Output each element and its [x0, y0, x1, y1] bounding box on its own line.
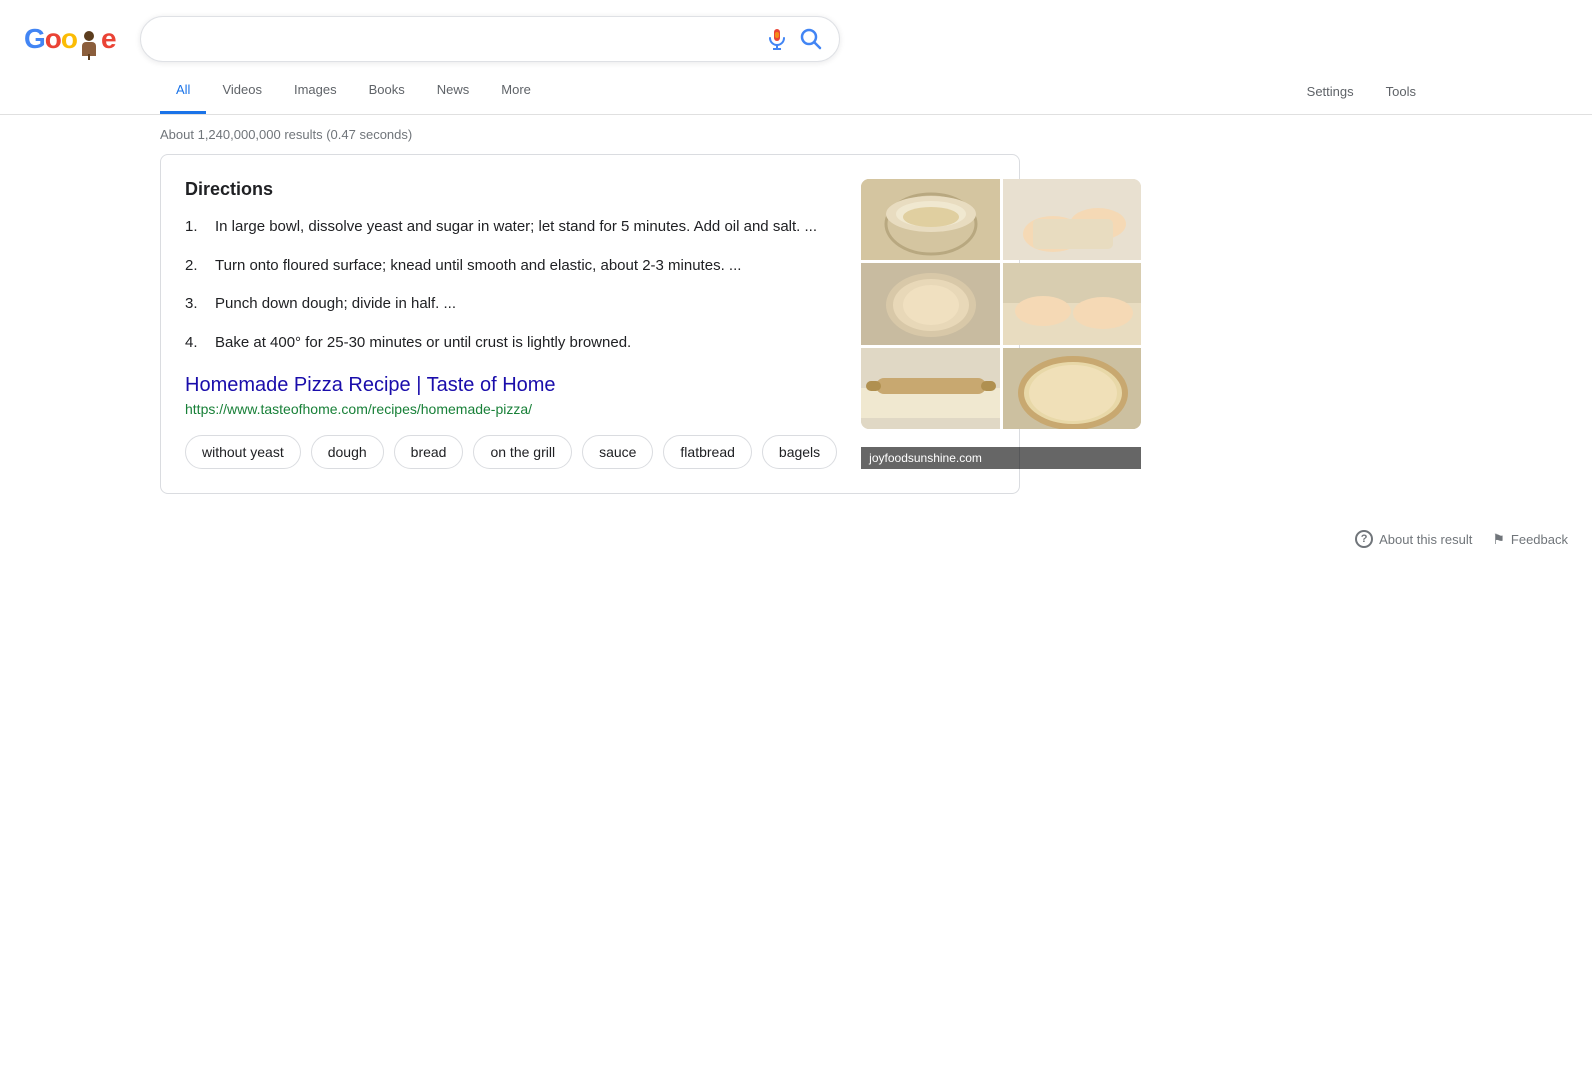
pill-sauce[interactable]: sauce [582, 435, 653, 469]
step-num-1: 1. [185, 216, 205, 239]
pill-on-the-grill[interactable]: on the grill [473, 435, 572, 469]
images-grid [861, 179, 1141, 429]
recipe-url: https://www.tasteofhome.com/recipes/home… [185, 401, 837, 417]
recipe-link-section: Homemade Pizza Recipe | Taste of Home ht… [185, 374, 837, 417]
related-pills: without yeast dough bread on the grill s… [185, 435, 837, 469]
tab-news[interactable]: News [421, 68, 486, 114]
pill-dough[interactable]: dough [311, 435, 384, 469]
step-text-2: Turn onto floured surface; knead until s… [215, 255, 741, 278]
flag-icon: ⚑ [1492, 531, 1505, 548]
logo-person-icon [78, 22, 100, 56]
search-bar-container: how to make pizza [140, 16, 840, 62]
step-text-3: Punch down dough; divide in half. ... [215, 293, 456, 316]
recipe-image-6 [1003, 348, 1142, 429]
pill-without-yeast[interactable]: without yeast [185, 435, 301, 469]
tab-more[interactable]: More [485, 68, 547, 114]
tab-images[interactable]: Images [278, 68, 353, 114]
about-icon: ? [1355, 530, 1373, 548]
voice-search-icon[interactable] [765, 27, 789, 51]
recipe-images: joyfoodsunshine.com [861, 179, 1141, 469]
tools-link[interactable]: Tools [1370, 70, 1432, 113]
step-num-4: 4. [185, 332, 205, 355]
pill-bagels[interactable]: bagels [762, 435, 837, 469]
search-submit-icon[interactable] [799, 27, 823, 51]
logo-o2: o [61, 23, 77, 55]
header: G o o e how to make pizza [0, 0, 1592, 62]
pill-bread[interactable]: bread [394, 435, 464, 469]
feedback-button[interactable]: ⚑ Feedback [1492, 531, 1568, 548]
tab-videos[interactable]: Videos [206, 68, 278, 114]
step-1: 1. In large bowl, dissolve yeast and sug… [185, 216, 837, 239]
directions-title: Directions [185, 179, 837, 200]
feedback-label: Feedback [1511, 532, 1568, 547]
tab-all[interactable]: All [160, 68, 206, 114]
about-this-result[interactable]: ? About this result [1355, 530, 1472, 548]
recipe-image-1 [861, 179, 1000, 260]
settings-link[interactable]: Settings [1291, 70, 1370, 113]
card-content: Directions 1. In large bowl, dissolve ye… [185, 179, 837, 469]
step-4: 4. Bake at 400° for 25-30 minutes or unt… [185, 332, 837, 355]
tab-books[interactable]: Books [353, 68, 421, 114]
logo-e: e [101, 23, 116, 55]
step-num-2: 2. [185, 255, 205, 278]
about-label: About this result [1379, 532, 1472, 547]
search-bar: how to make pizza [140, 16, 840, 62]
main-content: Directions 1. In large bowl, dissolve ye… [0, 154, 1100, 494]
google-logo: G o o e [24, 22, 116, 56]
logo-o1: o [45, 23, 61, 55]
results-count: About 1,240,000,000 results (0.47 second… [0, 115, 1592, 154]
step-text-1: In large bowl, dissolve yeast and sugar … [215, 216, 817, 239]
recipe-image-2 [1003, 179, 1142, 260]
logo-g: G [24, 23, 45, 55]
step-num-3: 3. [185, 293, 205, 316]
step-text-4: Bake at 400° for 25-30 minutes or until … [215, 332, 631, 355]
search-nav: All Videos Images Books News More Settin… [0, 68, 1592, 115]
step-3: 3. Punch down dough; divide in half. ... [185, 293, 837, 316]
image-source-label: joyfoodsunshine.com [861, 447, 1141, 469]
recipe-image-3 [861, 263, 1000, 344]
directions-list: 1. In large bowl, dissolve yeast and sug… [185, 216, 837, 354]
featured-snippet-card: Directions 1. In large bowl, dissolve ye… [160, 154, 1020, 494]
recipe-image-5 [861, 348, 1000, 429]
recipe-title-link[interactable]: Homemade Pizza Recipe | Taste of Home [185, 374, 556, 396]
footer: ? About this result ⚑ Feedback [0, 514, 1592, 564]
step-2: 2. Turn onto floured surface; knead unti… [185, 255, 837, 278]
pill-flatbread[interactable]: flatbread [663, 435, 751, 469]
search-input[interactable]: how to make pizza [157, 30, 755, 48]
recipe-image-4 [1003, 263, 1142, 344]
